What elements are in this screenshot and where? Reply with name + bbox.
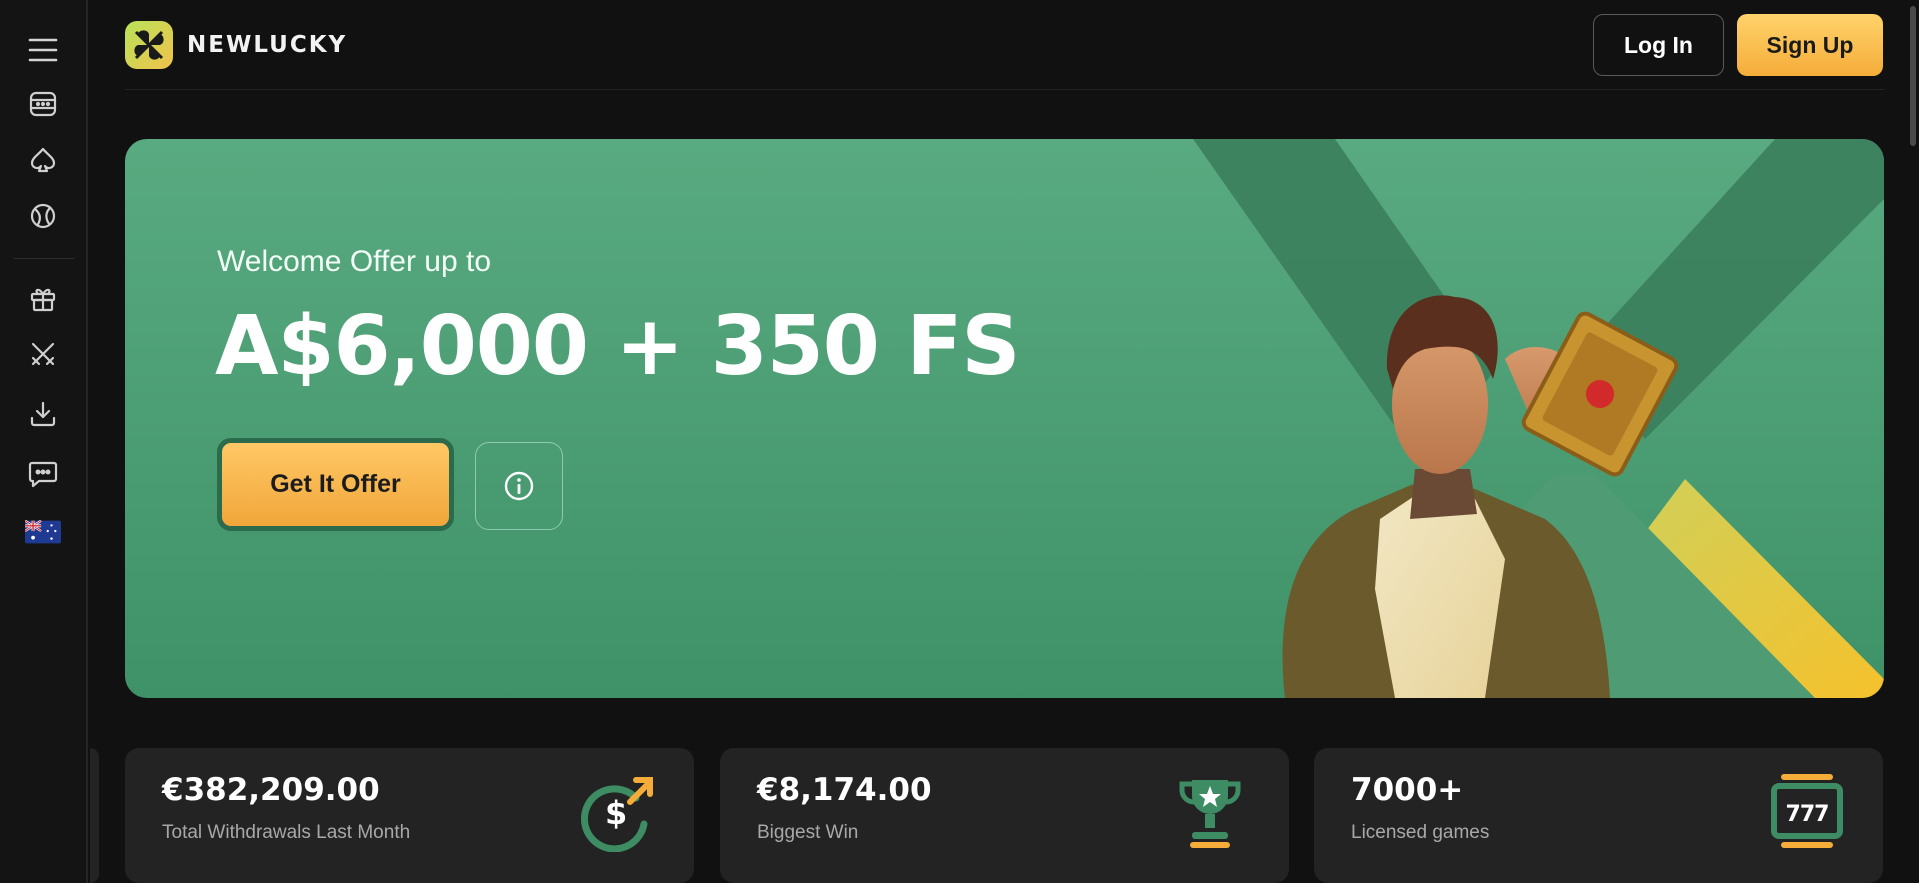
welcome-text: Welcome Offer up to (217, 245, 492, 278)
stat-label: Total Withdrawals Last Month (162, 822, 411, 843)
sidebar (0, 0, 88, 883)
logo-clover-icon (125, 21, 173, 69)
scrollbar-thumb[interactable] (1910, 6, 1916, 146)
dollar-arrow-icon: $ (578, 772, 658, 857)
info-icon (504, 471, 534, 501)
stat-value: €8,174.00 (757, 772, 932, 808)
tournament-swords-icon[interactable] (25, 336, 61, 372)
login-button[interactable]: Log In (1593, 14, 1724, 76)
menu-icon[interactable] (25, 32, 61, 68)
svg-text:$: $ (605, 794, 627, 832)
offer-info-button[interactable] (475, 442, 563, 530)
page-scrollbar[interactable] (1907, 0, 1919, 883)
slot-777-icon: 777 (1771, 772, 1843, 857)
offer-amount: A$6,000 + 350 FS (215, 299, 1020, 394)
stat-card-withdrawals: €382,209.00 Total Withdrawals Last Month… (125, 748, 694, 883)
spade-icon[interactable] (25, 142, 61, 178)
stat-card-biggest-win: €8,174.00 Biggest Win (720, 748, 1289, 883)
sidebar-divider (14, 258, 74, 259)
trophy-icon (1170, 772, 1250, 857)
stat-value: €382,209.00 (162, 772, 380, 808)
previous-stat-card-edge (90, 748, 99, 883)
stat-value: 7000+ (1351, 772, 1464, 808)
sports-ball-icon[interactable] (25, 198, 61, 234)
get-offer-button[interactable]: Get It Offer (217, 438, 454, 531)
brand-logo[interactable]: NEWLUCKY (125, 21, 347, 69)
stat-label: Licensed games (1351, 822, 1490, 843)
download-icon[interactable] (25, 396, 61, 432)
australia-flag-icon[interactable] (25, 514, 61, 550)
gift-icon[interactable] (25, 280, 61, 316)
svg-text:777: 777 (1786, 802, 1829, 827)
chat-icon[interactable] (25, 456, 61, 492)
slot-machine-icon[interactable] (25, 86, 61, 122)
banner-artwork (1193, 139, 1884, 698)
stat-card-licensed-games: 7000+ Licensed games 777 (1314, 748, 1883, 883)
brand-name: NEWLUCKY (187, 32, 348, 58)
welcome-banner: Welcome Offer up to A$6,000 + 350 FS Get… (125, 139, 1884, 698)
header-divider (125, 89, 1885, 90)
signup-button[interactable]: Sign Up (1737, 14, 1883, 76)
stat-label: Biggest Win (757, 822, 859, 843)
